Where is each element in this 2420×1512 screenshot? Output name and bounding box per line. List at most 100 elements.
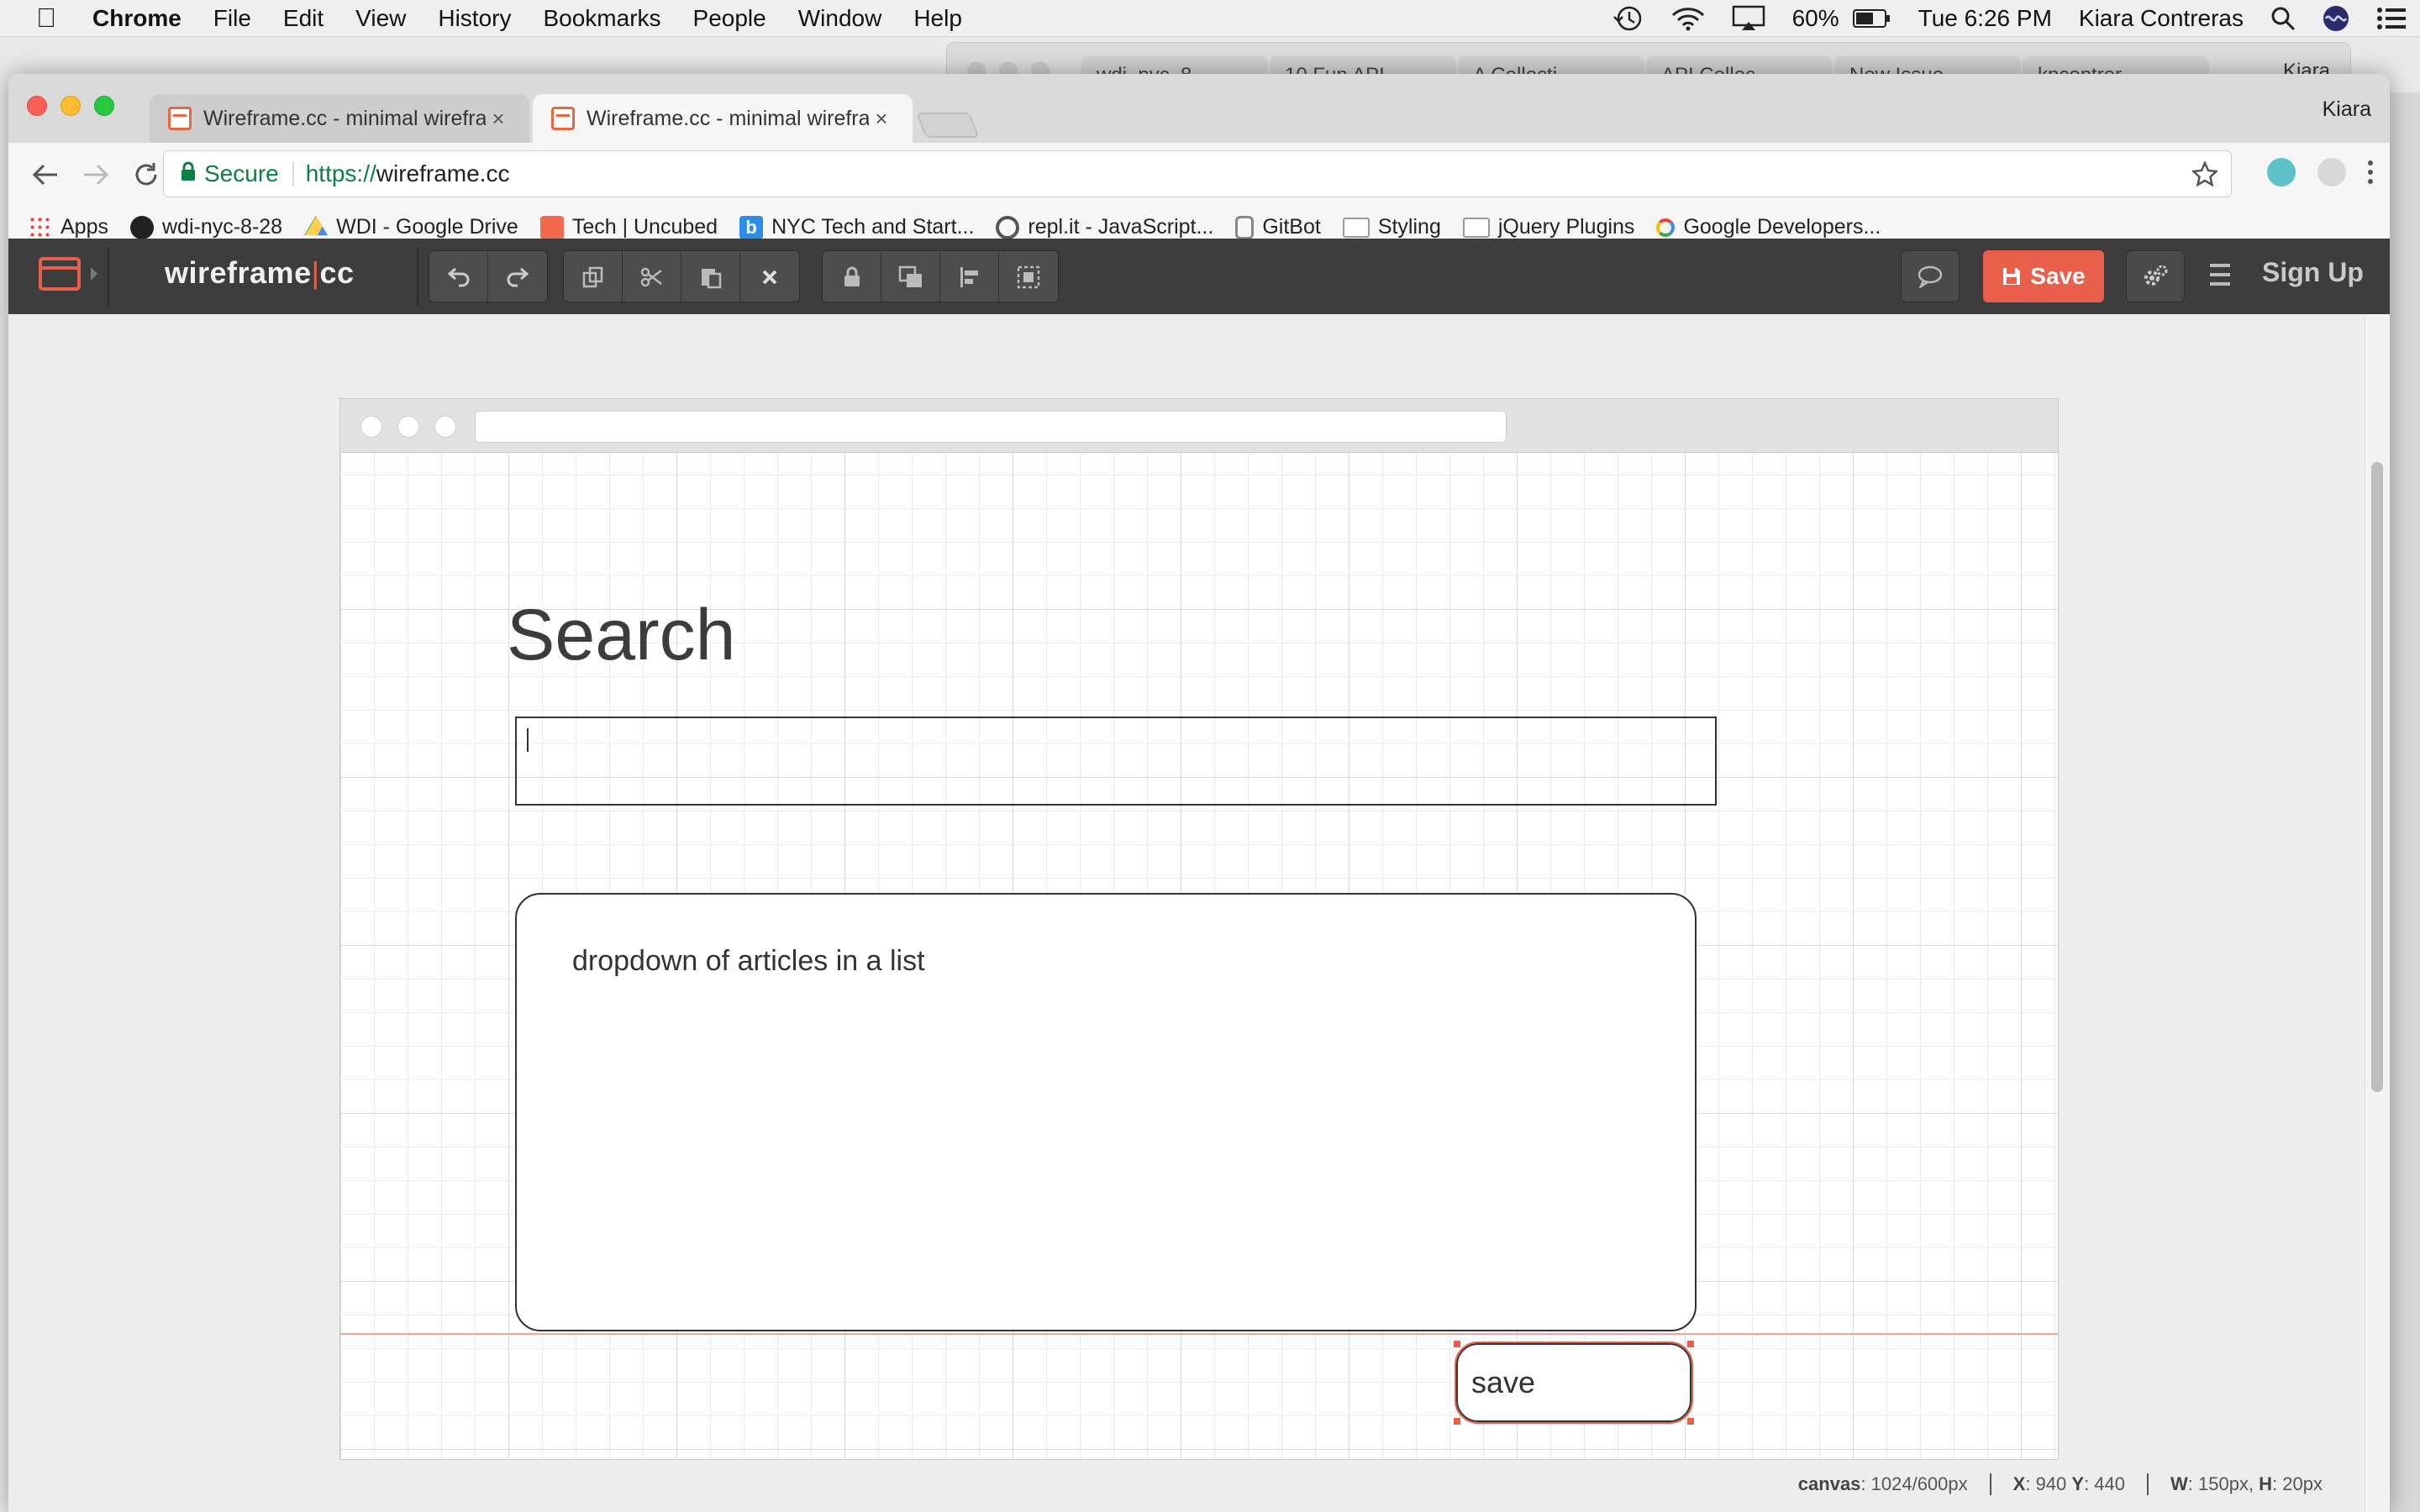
siri-icon[interactable]	[2309, 0, 2363, 37]
bookmark-star-icon[interactable]	[2191, 160, 2219, 192]
bookmark-folder-jquery[interactable]: jQuery Plugins	[1462, 215, 1634, 239]
secure-label[interactable]: Secure	[204, 160, 279, 187]
browser-tab[interactable]: Wireframe.cc - minimal wirefra ×	[150, 94, 529, 143]
clipboard-tool-group	[563, 250, 800, 302]
back-arrow-icon[interactable]	[22, 151, 69, 198]
bookmark-wdi-nyc[interactable]: wdi-nyc-8-28	[129, 215, 282, 239]
menu-user-name[interactable]: Kiara Contreras	[2065, 0, 2257, 37]
w-value: : 150px,	[2187, 1473, 2260, 1494]
undo-icon[interactable]	[429, 251, 488, 302]
fullscreen-window-button[interactable]	[94, 96, 114, 116]
notification-center-icon[interactable]	[2363, 0, 2420, 37]
lock-icon[interactable]	[823, 251, 881, 302]
resize-handle[interactable]	[1687, 1418, 1694, 1425]
menu-bookmarks[interactable]: Bookmarks	[527, 0, 676, 37]
browser-template-icon[interactable]	[39, 257, 81, 291]
menu-file[interactable]: File	[197, 0, 267, 37]
bookmark-replit[interactable]: repl.it - JavaScript...	[996, 215, 1213, 239]
macos-menu-bar:  Chrome File Edit View History Bookmark…	[0, 0, 2420, 37]
paste-icon[interactable]	[681, 251, 740, 302]
minimize-window-button[interactable]	[60, 96, 81, 116]
wireframe-canvas-grid[interactable]: Search dropdown of articles in a list sa…	[340, 453, 2058, 1459]
h-value: : 20px	[2272, 1473, 2323, 1494]
resize-handle[interactable]	[1454, 1341, 1460, 1347]
tab-strip: Wireframe.cc - minimal wirefra × Wirefra…	[150, 91, 980, 143]
bookmark-uncubed[interactable]: Tech | Uncubed	[539, 215, 718, 239]
close-tab-icon[interactable]: ×	[486, 106, 511, 132]
menu-view[interactable]: View	[339, 0, 422, 37]
close-tab-icon[interactable]: ×	[869, 106, 894, 132]
forward-arrow-icon[interactable]	[72, 151, 119, 198]
address-bar[interactable]: Secure https:// wireframe.cc	[163, 150, 2232, 197]
vertical-scrollbar[interactable]	[2365, 314, 2390, 1512]
battery-icon[interactable]	[1852, 0, 1905, 37]
browser-profile-name[interactable]: Kiara	[2323, 97, 2371, 122]
apple-menu-icon[interactable]: 	[0, 0, 92, 37]
cut-icon[interactable]	[623, 251, 681, 302]
folder-icon	[1342, 217, 1370, 238]
redo-icon[interactable]	[488, 251, 547, 302]
close-window-button[interactable]	[27, 96, 47, 116]
canvas-size-value: : 1024/600px	[1860, 1473, 1968, 1494]
hamburger-menu-icon[interactable]	[2210, 264, 2230, 286]
comment-icon[interactable]	[1901, 250, 1960, 302]
extension-teal-icon[interactable]	[2267, 158, 2296, 186]
replit-icon	[996, 215, 1020, 239]
wireframe-favicon-icon	[551, 107, 575, 130]
wireframe-panel-text[interactable]: dropdown of articles in a list	[572, 943, 925, 979]
menu-window[interactable]: Window	[782, 0, 898, 37]
b-icon: b	[739, 215, 764, 239]
bookmark-label: WDI - Google Drive	[336, 215, 518, 239]
wifi-icon[interactable]	[1658, 0, 1718, 37]
browser-tab-active[interactable]: Wireframe.cc - minimal wirefra ×	[533, 94, 913, 143]
resize-handle[interactable]	[1687, 1341, 1694, 1347]
scrollbar-thumb[interactable]	[2371, 462, 2383, 1092]
bookmark-google-developers[interactable]: Google Developers...	[1656, 215, 1881, 239]
sign-up-link[interactable]: Sign Up	[2262, 257, 2364, 288]
save-button[interactable]: Save	[1983, 250, 2104, 302]
bring-to-front-icon[interactable]	[881, 251, 940, 302]
menu-history[interactable]: History	[422, 0, 527, 37]
bookmark-nyc-tech[interactable]: b NYC Tech and Start...	[739, 215, 974, 239]
menu-people[interactable]: People	[677, 0, 782, 37]
bookmark-folder-styling[interactable]: Styling	[1342, 215, 1441, 239]
x-value: : 940	[2025, 1473, 2072, 1494]
bookmark-gitbot[interactable]: GitBot	[1235, 215, 1321, 239]
text-cursor	[527, 728, 529, 752]
wireframe-articles-panel[interactable]: dropdown of articles in a list	[515, 893, 1697, 1331]
new-tab-button[interactable]	[916, 113, 980, 138]
resize-handle[interactable]	[1454, 1418, 1460, 1425]
bookmark-label: repl.it - JavaScript...	[1028, 215, 1214, 239]
group-icon[interactable]	[999, 251, 1058, 302]
menu-edit[interactable]: Edit	[267, 0, 339, 37]
chrome-menu-icon[interactable]	[2368, 160, 2373, 184]
size-readout: W: 150px, H: 20px	[2149, 1473, 2323, 1495]
menu-app-name[interactable]: Chrome	[92, 0, 197, 37]
bookmark-apps[interactable]: Apps	[29, 215, 108, 239]
spotlight-search-icon[interactable]	[2257, 0, 2309, 37]
browser-window: Wireframe.cc - minimal wirefra × Wirefra…	[8, 74, 2390, 1512]
gitbot-icon	[1235, 215, 1255, 239]
menu-clock[interactable]: Tue 6:26 PM	[1905, 0, 2065, 37]
template-caret-icon[interactable]	[91, 267, 97, 281]
secure-lock-icon[interactable]	[181, 160, 196, 187]
time-machine-icon[interactable]	[1599, 0, 1658, 37]
canvas-size-readout: canvas: 1024/600px	[1776, 1473, 1991, 1495]
wireframe-search-box[interactable]	[515, 717, 1717, 806]
duplicate-icon[interactable]	[564, 251, 623, 302]
tab-title: Wireframe.cc - minimal wirefra	[587, 106, 869, 130]
menu-help[interactable]: Help	[897, 0, 978, 37]
delete-icon[interactable]	[740, 251, 799, 302]
settings-gears-icon[interactable]	[2126, 250, 2185, 302]
wireframe-heading[interactable]: Search	[507, 594, 736, 677]
bookmark-google-drive[interactable]: WDI - Google Drive	[304, 215, 518, 239]
extension-icons	[2267, 158, 2373, 186]
editor-workspace[interactable]: Search dropdown of articles in a list sa…	[8, 314, 2390, 1512]
extension-grey-icon[interactable]	[2317, 158, 2346, 186]
browser-mockup-frame[interactable]: Search dropdown of articles in a list sa…	[339, 398, 2059, 1460]
bookmark-label: NYC Tech and Start...	[771, 215, 975, 239]
align-icon[interactable]	[940, 251, 999, 302]
airplay-icon[interactable]	[1718, 0, 1779, 37]
y-label: Y	[2071, 1473, 2085, 1494]
wireframe-save-button-selected[interactable]: save	[1454, 1341, 1694, 1425]
